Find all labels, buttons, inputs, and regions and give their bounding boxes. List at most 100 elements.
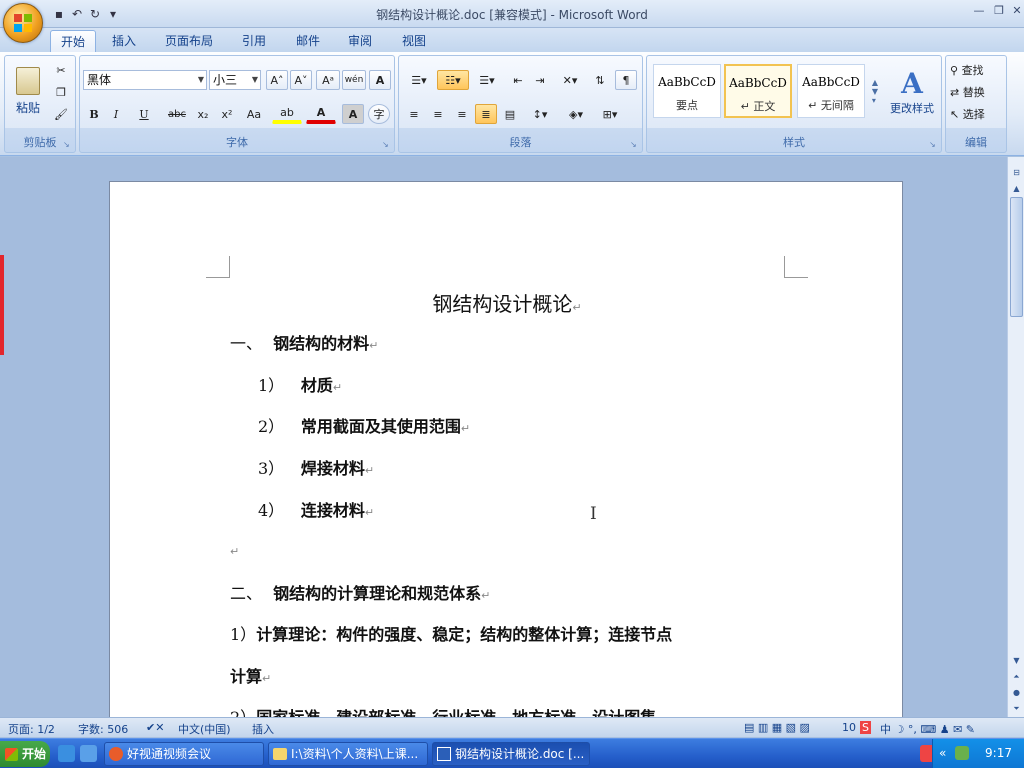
shrink-font-button[interactable]: A˅: [290, 70, 312, 90]
underline-button[interactable]: U: [130, 104, 158, 124]
editing-group-label: 编辑: [965, 136, 987, 149]
bold-button[interactable]: B: [84, 104, 104, 124]
insert-mode[interactable]: 插入: [252, 721, 274, 737]
clipboard-launcher-icon[interactable]: ↘: [63, 140, 72, 149]
paste-label: 粘贴: [15, 100, 40, 115]
paragraph-launcher-icon[interactable]: ↘: [630, 140, 639, 149]
select-button[interactable]: ↖ 选择: [949, 104, 1005, 124]
paste-button[interactable]: 粘贴: [9, 60, 47, 122]
browse-object-icon[interactable]: ●: [1009, 685, 1024, 700]
clear-format-button[interactable]: Aᵃ: [316, 70, 340, 90]
numbering-icon[interactable]: ☷▾: [437, 70, 469, 90]
align-right-icon[interactable]: ≡: [451, 104, 473, 124]
line-spacing-icon[interactable]: ↕▾: [525, 104, 555, 124]
align-center-icon[interactable]: ≡: [427, 104, 449, 124]
tab-references[interactable]: 引用: [232, 30, 276, 52]
ime-toolbar[interactable]: 中 ☽ °, ⌨ ♟ ✉ ✎: [880, 721, 975, 737]
office-button[interactable]: [3, 3, 43, 43]
word-count[interactable]: 字数: 506: [78, 721, 128, 737]
shading-icon[interactable]: ◈▾: [561, 104, 591, 124]
style-no-spacing[interactable]: AaBbCcD ↵ 无间隔: [797, 64, 865, 118]
strikethrough-button[interactable]: abc: [164, 104, 190, 124]
tab-mailings[interactable]: 邮件: [286, 30, 330, 52]
italic-button[interactable]: I: [106, 104, 126, 124]
taskbar-explorer[interactable]: I:\资料\个人资料\上课...: [268, 742, 428, 766]
close-button[interactable]: ✕: [1006, 3, 1024, 19]
change-styles-icon: A: [901, 66, 923, 100]
char-shading-button[interactable]: A: [342, 104, 364, 124]
justify-icon[interactable]: ≣: [475, 104, 497, 124]
char-border-button[interactable]: A: [369, 70, 391, 90]
page-count[interactable]: 页面: 1/2: [8, 721, 55, 737]
doc-empty-paragraph: ↵: [230, 545, 240, 558]
asian-layout-icon[interactable]: ✕▾: [555, 70, 585, 90]
bullets-icon[interactable]: ☰▾: [403, 70, 435, 90]
scroll-up-icon[interactable]: ▲: [1009, 181, 1024, 196]
phonetic-guide-button[interactable]: wén: [342, 70, 366, 90]
sort-icon[interactable]: ⇅: [589, 70, 611, 90]
font-name-combo[interactable]: 黑体 ▼: [83, 70, 207, 90]
tab-view[interactable]: 视图: [392, 30, 436, 52]
taskbar-video-meeting[interactable]: 好视通视频会议: [104, 742, 264, 766]
doc-item: 2）国家标准、建设部标准、行业标准、地方标准、设计图集: [230, 704, 656, 717]
desktop-icon[interactable]: [80, 745, 97, 762]
copy-icon[interactable]: ❐: [51, 82, 71, 102]
replace-button[interactable]: ⇄ 替换: [949, 82, 1005, 102]
distributed-icon[interactable]: ▤: [499, 104, 521, 124]
tab-page-layout[interactable]: 页面布局: [155, 30, 223, 52]
style-normal[interactable]: AaBbCcD ↵ 正文: [724, 64, 792, 118]
ime-logo-icon[interactable]: S: [860, 721, 871, 734]
document-page[interactable]: 钢结构设计概论↵ 一、 钢结构的材料↵ 1） 材质↵ 2） 常用截面及其使用范围…: [109, 181, 903, 717]
scroll-down-icon[interactable]: ▼: [1009, 653, 1024, 668]
proofing-icon[interactable]: ✔✕: [146, 721, 164, 734]
grow-font-button[interactable]: A˄: [266, 70, 288, 90]
font-size-combo[interactable]: 小三 ▼: [209, 70, 261, 90]
previous-page-icon[interactable]: ⏶: [1009, 669, 1024, 684]
font-launcher-icon[interactable]: ↘: [382, 140, 391, 149]
vertical-scrollbar[interactable]: ⊟ ▲ ▼ ⏶ ● ⏷: [1007, 157, 1024, 717]
enclose-char-button[interactable]: 字: [368, 104, 390, 124]
format-painter-icon[interactable]: 🖌: [51, 104, 71, 124]
select-label: 选择: [962, 108, 985, 121]
styles-scroll-icon[interactable]: ▲ ▼ ▾: [869, 64, 881, 118]
zoom-level[interactable]: 10: [842, 721, 856, 734]
app-icon: [109, 747, 123, 761]
highlight-button[interactable]: ab: [272, 104, 302, 124]
tab-review[interactable]: 审阅: [338, 30, 382, 52]
change-case-button[interactable]: Aa: [240, 104, 268, 124]
taskbar-word[interactable]: 钢结构设计概论.doc [...: [432, 742, 590, 766]
crop-mark-top-right: [784, 256, 808, 278]
tab-home[interactable]: 开始: [50, 30, 97, 52]
find-label: 查找: [961, 64, 984, 77]
borders-icon[interactable]: ⊞▾: [595, 104, 625, 124]
ruler-toggle-icon[interactable]: ⊟: [1009, 165, 1024, 180]
superscript-button[interactable]: x²: [216, 104, 238, 124]
next-page-icon[interactable]: ⏷: [1009, 701, 1024, 716]
scroll-thumb[interactable]: [1010, 197, 1023, 317]
change-styles-button[interactable]: A 更改样式: [885, 60, 939, 122]
cut-icon[interactable]: ✂: [51, 60, 71, 80]
ie-icon[interactable]: [58, 745, 75, 762]
view-buttons[interactable]: ▤ ▥ ▦ ▧ ▨: [744, 721, 810, 734]
multilevel-list-icon[interactable]: ☰▾: [471, 70, 503, 90]
decrease-indent-icon[interactable]: ⇤: [507, 70, 529, 90]
start-button[interactable]: 开始: [0, 741, 50, 767]
language-indicator[interactable]: 中文(中国): [178, 721, 231, 737]
increase-indent-icon[interactable]: ⇥: [529, 70, 551, 90]
style-sample: AaBbCcD: [802, 75, 860, 89]
align-left-icon[interactable]: ≡: [403, 104, 425, 124]
find-button[interactable]: ⚲ 查找: [949, 60, 1005, 80]
show-marks-icon[interactable]: ¶: [615, 70, 637, 90]
font-color-button[interactable]: A: [306, 104, 336, 124]
tray-app-icon[interactable]: [955, 746, 969, 760]
taskbar-label: 钢结构设计概论.doc [...: [455, 747, 585, 761]
styles-launcher-icon[interactable]: ↘: [929, 140, 938, 149]
taskbar-label: 好视通视频会议: [127, 747, 212, 761]
subscript-button[interactable]: x₂: [192, 104, 214, 124]
tab-insert[interactable]: 插入: [102, 30, 146, 52]
windows-logo-icon: [5, 748, 18, 761]
paragraph-group-label: 段落: [509, 136, 532, 149]
tray-expand-icon[interactable]: «: [939, 746, 946, 760]
minimize-button[interactable]: —: [968, 3, 990, 19]
style-emphasis[interactable]: AaBbCcD 要点: [653, 64, 721, 118]
